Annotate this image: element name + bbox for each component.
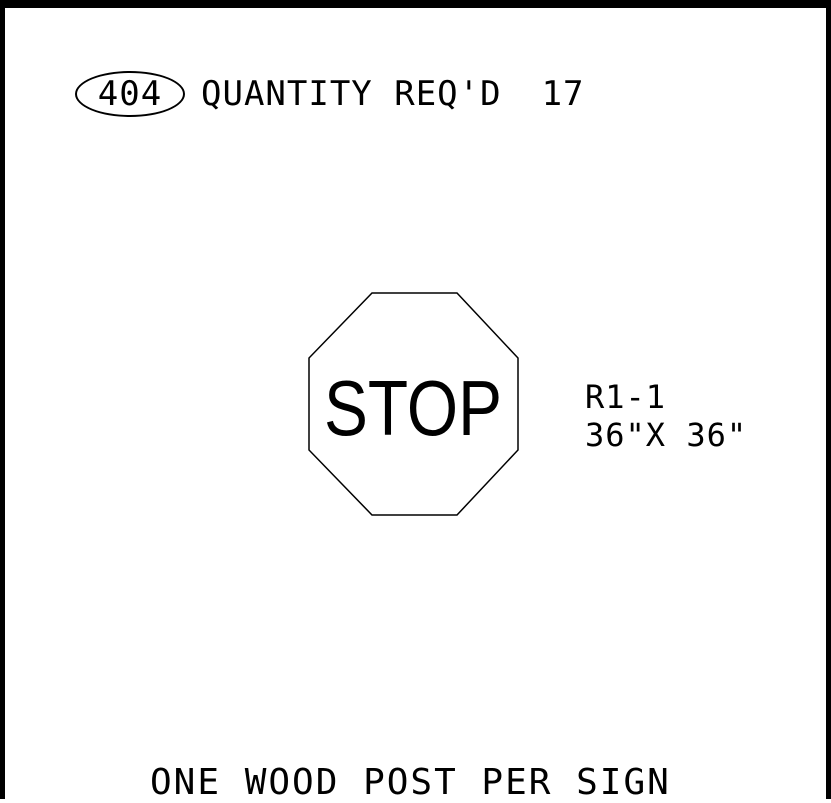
quantity-value: 17 — [541, 74, 585, 114]
sign-size: 36"X 36" — [585, 416, 748, 454]
stop-sign-octagon: STOP — [308, 292, 519, 516]
stop-legend: STOP — [324, 364, 502, 452]
post-note: ONE WOOD POST PER SIGN — [150, 762, 671, 803]
sign-id: 404 — [97, 74, 163, 114]
quantity-label: QUANTITY REQ'D — [201, 74, 502, 114]
sign-id-oval: 404 — [75, 71, 185, 117]
sign-code-block: R1-1 36"X 36" — [585, 378, 747, 454]
header: 404 QUANTITY REQ'D 17 — [75, 70, 585, 118]
sign-code: R1-1 — [585, 378, 667, 416]
